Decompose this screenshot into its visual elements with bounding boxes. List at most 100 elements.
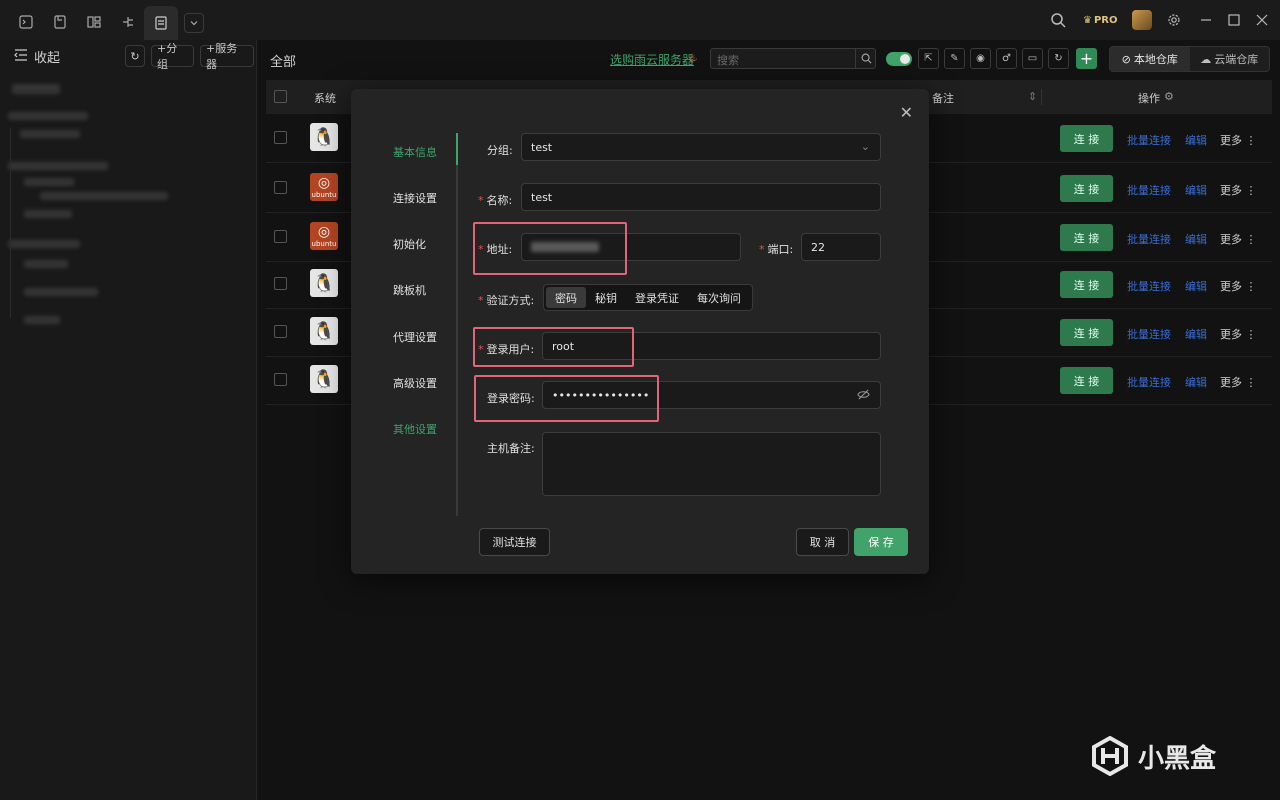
- more-menu[interactable]: 更多 ⋮: [1220, 278, 1257, 294]
- connect-button[interactable]: 连 接: [1060, 271, 1113, 298]
- edit-link[interactable]: 编辑: [1185, 278, 1207, 294]
- row-checkbox[interactable]: [274, 181, 287, 194]
- nav-proxy-settings[interactable]: 代理设置: [393, 329, 437, 345]
- batch-connect-link[interactable]: 批量连接: [1127, 326, 1171, 342]
- refresh-icon[interactable]: ↻: [1048, 48, 1069, 69]
- file-icon[interactable]: [48, 10, 72, 34]
- tree-item-blurred[interactable]: [24, 288, 98, 296]
- search-icon[interactable]: [1044, 8, 1072, 32]
- test-connection-button[interactable]: 测试连接: [479, 528, 550, 556]
- column-os[interactable]: 系统: [314, 90, 336, 106]
- key-icon[interactable]: ♂: [996, 48, 1017, 69]
- view-toggle[interactable]: [886, 52, 912, 66]
- connect-button[interactable]: 连 接: [1060, 367, 1113, 394]
- add-server-plus-button[interactable]: +: [1076, 48, 1097, 69]
- batch-connect-link[interactable]: 批量连接: [1127, 132, 1171, 148]
- promo-link[interactable]: 选购雨云服务器: [610, 51, 694, 68]
- grid-icon[interactable]: [82, 10, 106, 34]
- nav-connection-settings[interactable]: 连接设置: [393, 190, 437, 206]
- row-checkbox[interactable]: [274, 325, 287, 338]
- connect-button[interactable]: 连 接: [1060, 125, 1113, 152]
- batch-connect-link[interactable]: 批量连接: [1127, 278, 1171, 294]
- sidebar: 收起 ↻ +分组 +服务器: [0, 40, 257, 800]
- edit-link[interactable]: 编辑: [1185, 326, 1207, 342]
- batch-connect-link[interactable]: 批量连接: [1127, 231, 1171, 247]
- connect-button[interactable]: 连 接: [1060, 175, 1113, 202]
- nav-basic-info[interactable]: 基本信息: [393, 144, 437, 160]
- search-input[interactable]: 搜索: [710, 48, 876, 69]
- gear-icon[interactable]: ⚙: [1164, 90, 1174, 103]
- edit-link[interactable]: 编辑: [1185, 182, 1207, 198]
- close-icon[interactable]: [1248, 8, 1276, 32]
- more-menu[interactable]: 更多 ⋮: [1220, 231, 1257, 247]
- tree-item-blurred[interactable]: [40, 192, 168, 200]
- collapse-toggle[interactable]: 收起: [14, 47, 60, 66]
- name-input[interactable]: test: [521, 183, 881, 211]
- minimize-icon[interactable]: [1192, 8, 1220, 32]
- row-checkbox[interactable]: [274, 131, 287, 144]
- row-checkbox[interactable]: [274, 230, 287, 243]
- sort-icon[interactable]: ⇕: [1028, 90, 1037, 103]
- chevron-down-icon: ⌄: [860, 140, 870, 153]
- gear-icon[interactable]: [1160, 8, 1188, 32]
- auth-key-option[interactable]: 秘钥: [586, 287, 626, 308]
- auth-ask-option[interactable]: 每次询问: [688, 287, 750, 308]
- name-label: * 名称:: [478, 194, 513, 207]
- host-notes-textarea[interactable]: [542, 432, 881, 496]
- tree-item-blurred[interactable]: [24, 210, 72, 218]
- more-menu[interactable]: 更多 ⋮: [1220, 182, 1257, 198]
- pro-badge[interactable]: ♛ PRO: [1079, 11, 1122, 29]
- tree-item-blurred[interactable]: [24, 260, 68, 268]
- select-all-checkbox[interactable]: [274, 90, 287, 103]
- tree-item-blurred[interactable]: [8, 112, 88, 120]
- terminal-icon[interactable]: [14, 10, 38, 34]
- export-icon[interactable]: ⇱: [918, 48, 939, 69]
- avatar[interactable]: [1132, 10, 1152, 30]
- add-server-button[interactable]: +服务器: [200, 42, 254, 71]
- edit-icon[interactable]: ✎: [944, 48, 965, 69]
- cloud-repo-tab[interactable]: ☁ 云端仓库: [1190, 47, 1270, 71]
- tree-item-blurred[interactable]: [8, 240, 80, 248]
- group-select[interactable]: test ⌄: [521, 133, 881, 161]
- more-menu[interactable]: 更多 ⋮: [1220, 132, 1257, 148]
- add-group-button[interactable]: +分组: [151, 42, 194, 71]
- cancel-button[interactable]: 取 消: [796, 528, 849, 556]
- search-button[interactable]: [855, 48, 876, 69]
- column-notes[interactable]: 备注: [932, 90, 954, 106]
- batch-connect-link[interactable]: 批量连接: [1127, 374, 1171, 390]
- edit-link[interactable]: 编辑: [1185, 374, 1207, 390]
- refresh-button[interactable]: ↻: [125, 45, 145, 67]
- more-menu[interactable]: 更多 ⋮: [1220, 374, 1257, 390]
- console-icon[interactable]: ▭: [1022, 48, 1043, 69]
- server-list-icon[interactable]: [144, 6, 178, 40]
- tree-icon[interactable]: [116, 10, 140, 34]
- save-button[interactable]: 保 存: [854, 528, 908, 556]
- close-icon[interactable]: ✕: [900, 103, 913, 122]
- nav-advanced-settings[interactable]: 高级设置: [393, 375, 437, 391]
- tree-item-blurred[interactable]: [8, 162, 108, 170]
- auth-password-option[interactable]: 密码: [546, 287, 586, 308]
- edit-link[interactable]: 编辑: [1185, 132, 1207, 148]
- eye-off-icon[interactable]: [857, 388, 870, 404]
- maximize-icon[interactable]: [1220, 8, 1248, 32]
- batch-connect-link[interactable]: 批量连接: [1127, 182, 1171, 198]
- connect-button[interactable]: 连 接: [1060, 319, 1113, 346]
- chevron-down-icon[interactable]: [184, 13, 204, 33]
- tree-item-blurred[interactable]: [20, 130, 80, 138]
- eye-icon[interactable]: ◉: [970, 48, 991, 69]
- nav-initialization[interactable]: 初始化: [393, 236, 426, 252]
- tree-item-blurred[interactable]: [12, 84, 60, 94]
- nav-other-settings[interactable]: 其他设置: [393, 421, 437, 437]
- edit-link[interactable]: 编辑: [1185, 231, 1207, 247]
- port-input[interactable]: 22: [801, 233, 881, 261]
- connect-button[interactable]: 连 接: [1060, 224, 1113, 251]
- tree-item-blurred[interactable]: [24, 316, 60, 324]
- row-checkbox[interactable]: [274, 373, 287, 386]
- more-dots-icon: ⋮: [1242, 134, 1257, 147]
- local-repo-tab[interactable]: ⊘ 本地仓库: [1110, 47, 1190, 71]
- row-checkbox[interactable]: [274, 277, 287, 290]
- nav-jump-host[interactable]: 跳板机: [393, 282, 426, 298]
- tree-item-blurred[interactable]: [24, 178, 74, 186]
- auth-credential-option[interactable]: 登录凭证: [626, 287, 688, 308]
- more-menu[interactable]: 更多 ⋮: [1220, 326, 1257, 342]
